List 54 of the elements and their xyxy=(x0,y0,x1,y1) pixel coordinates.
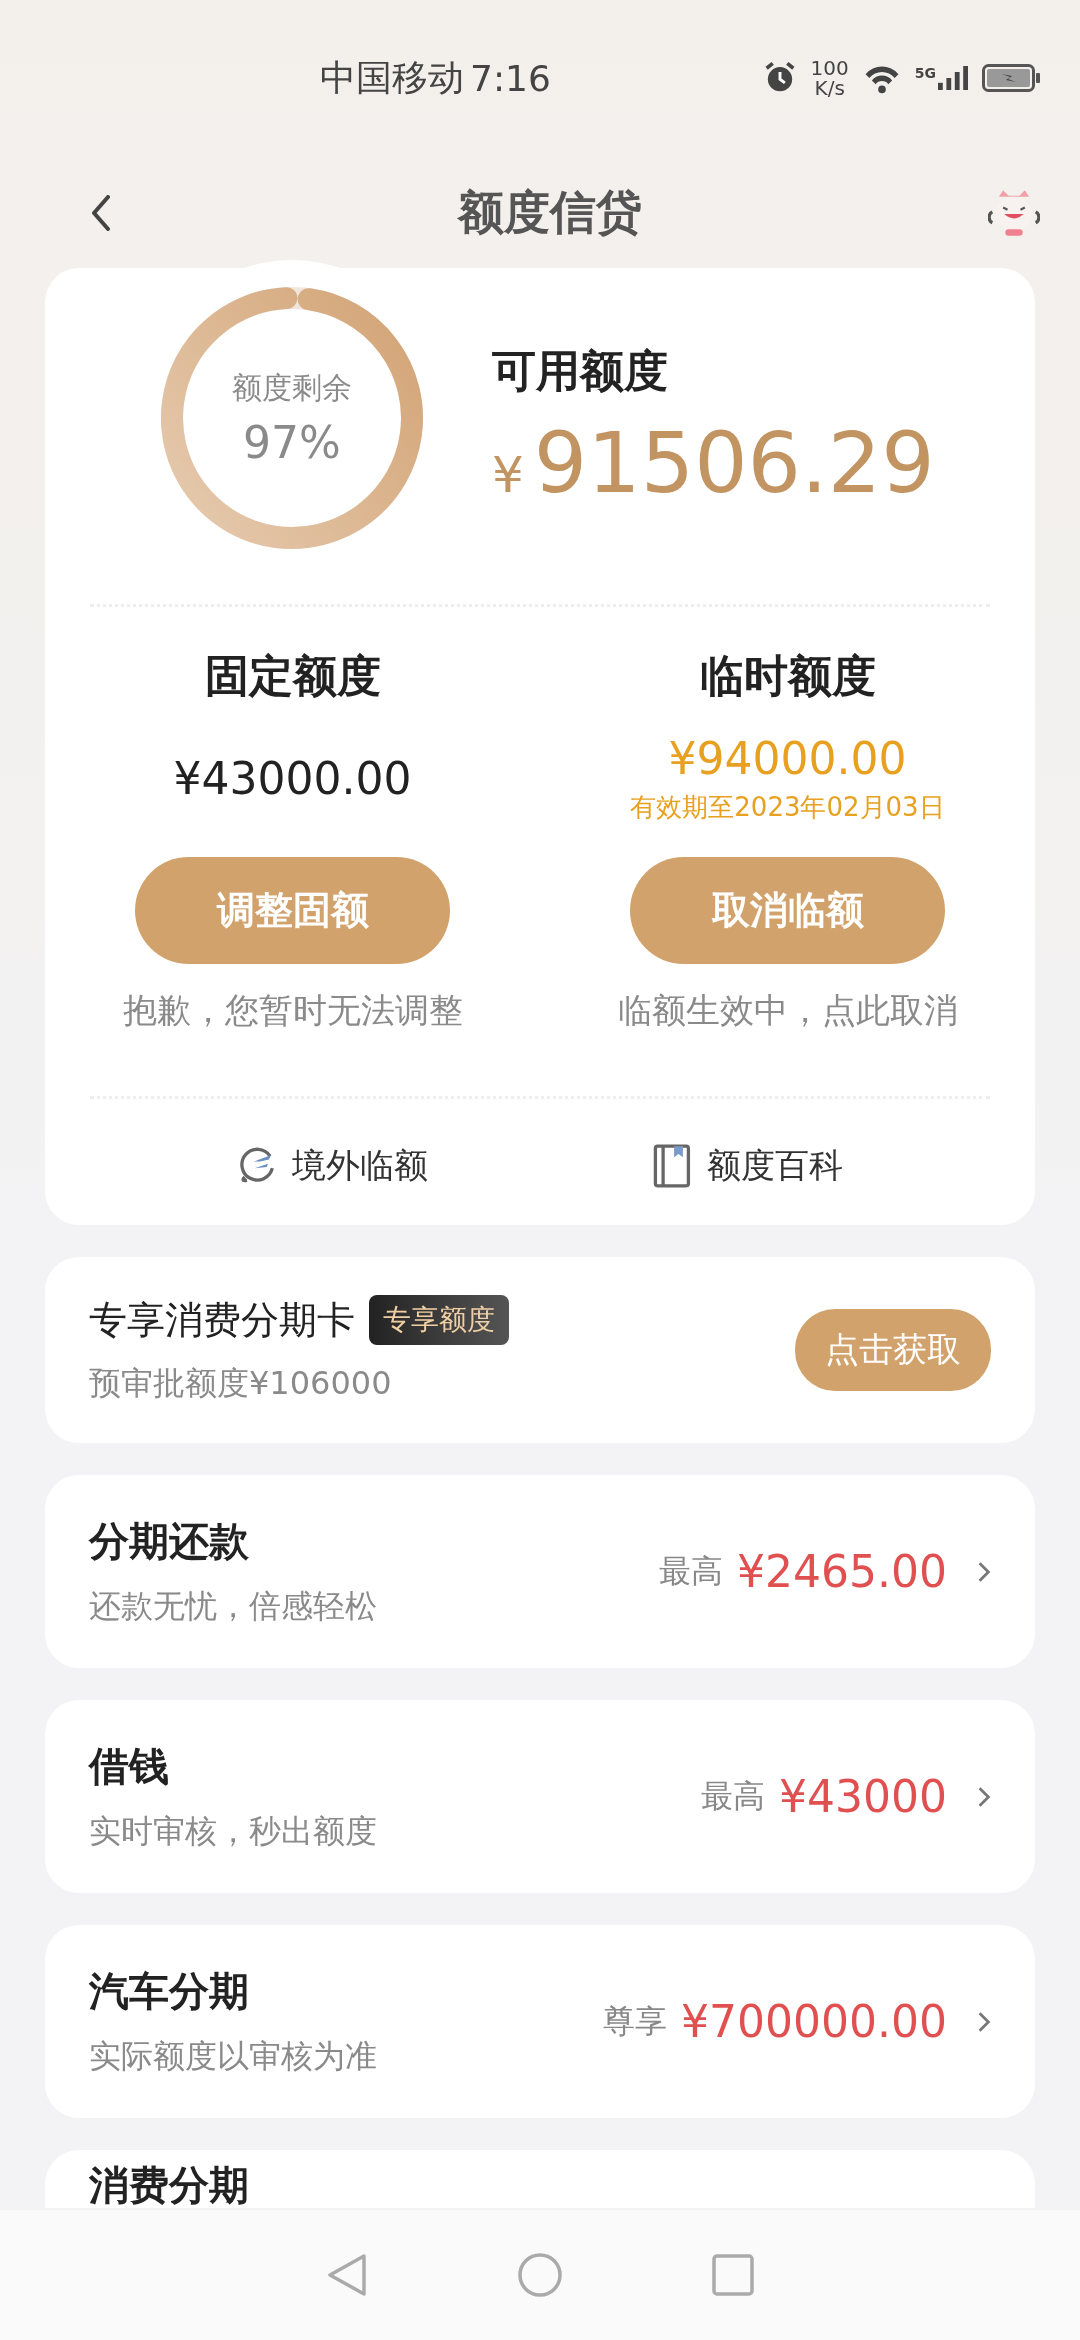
promo-subtitle: 预审批额度¥106000 xyxy=(89,1362,393,1404)
exclusive-badge: 专享额度 xyxy=(369,1295,509,1345)
page-title: 额度信贷 xyxy=(458,184,642,241)
quota-note: 抱歉，您暂时无法调整 xyxy=(122,989,463,1032)
network-speed: 100 K/s xyxy=(810,58,849,98)
quota-note: 临额生效中，点此取消 xyxy=(617,989,958,1032)
promo-title: 专享消费分期卡 xyxy=(89,1296,355,1344)
product-title: 分期还款 xyxy=(89,1517,250,1566)
quota-amount: ¥94000.00 xyxy=(668,732,907,784)
square-icon xyxy=(712,2254,754,2296)
signal-icon xyxy=(938,65,968,91)
product-card[interactable]: 分期还款 还款无忧，倍感轻松 最高 ¥2465.00 xyxy=(45,1475,1035,1668)
network-type: 5G xyxy=(914,65,936,81)
product-card[interactable]: 汽车分期 实际额度以审核为准 尊享 ¥700000.00 xyxy=(45,1925,1035,2118)
ring-percent: 97% xyxy=(243,417,341,468)
circle-icon xyxy=(518,2253,562,2297)
product-amount: ¥700000.00 xyxy=(681,1996,947,2047)
quota-amount: ¥43000.00 xyxy=(173,753,412,804)
available-amount: ¥91506.29 xyxy=(492,420,935,505)
back-nav-button[interactable] xyxy=(326,2253,368,2297)
recents-nav-button[interactable] xyxy=(712,2254,754,2296)
available-label: 可用额度 xyxy=(492,343,669,398)
carrier-name: 中国移动 xyxy=(320,55,464,100)
amount-prefix: 最高 xyxy=(659,1550,724,1592)
triangle-icon xyxy=(326,2253,368,2297)
product-amount: ¥2465.00 xyxy=(737,1546,947,1597)
product-subtitle: 还款无忧，倍感轻松 xyxy=(89,1586,377,1627)
back-button[interactable] xyxy=(90,195,112,231)
product-card[interactable]: 消费分期 xyxy=(45,2150,1035,2208)
chevron-icon xyxy=(977,2010,991,2033)
product-title: 汽车分期 xyxy=(89,1967,250,2016)
mascot-button[interactable] xyxy=(988,188,1040,238)
battery-icon xyxy=(982,64,1040,92)
product-subtitle: 实时审核，秒出额度 xyxy=(89,1811,377,1852)
ring-label: 额度剩余 xyxy=(232,369,352,407)
amount-prefix: 尊享 xyxy=(603,2000,668,2042)
amount-prefix: 最高 xyxy=(701,1775,766,1817)
quick-link[interactable]: 境外临额 xyxy=(237,1143,428,1189)
chevron-icon xyxy=(977,1785,991,1808)
product-title: 消费分期 xyxy=(89,2161,249,2208)
product-title: 借钱 xyxy=(89,1742,170,1791)
back-icon xyxy=(90,195,112,231)
product-amount: ¥43000 xyxy=(779,1771,947,1822)
validity-text: 有效期至2023年02月03日 xyxy=(630,790,945,824)
mascot-icon xyxy=(988,188,1040,238)
book-icon xyxy=(652,1144,693,1188)
quota-title: 临时额度 xyxy=(699,649,876,703)
quick-link[interactable]: 额度百科 xyxy=(652,1143,843,1189)
product-subtitle: 实际额度以审核为准 xyxy=(89,2036,377,2077)
chevron-icon xyxy=(977,1560,991,1583)
product-card[interactable]: 借钱 实时审核，秒出额度 最高 ¥43000 xyxy=(45,1700,1035,1893)
status-time: 7:16 xyxy=(470,57,551,99)
quota-title: 固定额度 xyxy=(204,649,381,703)
home-nav-button[interactable] xyxy=(518,2253,562,2297)
